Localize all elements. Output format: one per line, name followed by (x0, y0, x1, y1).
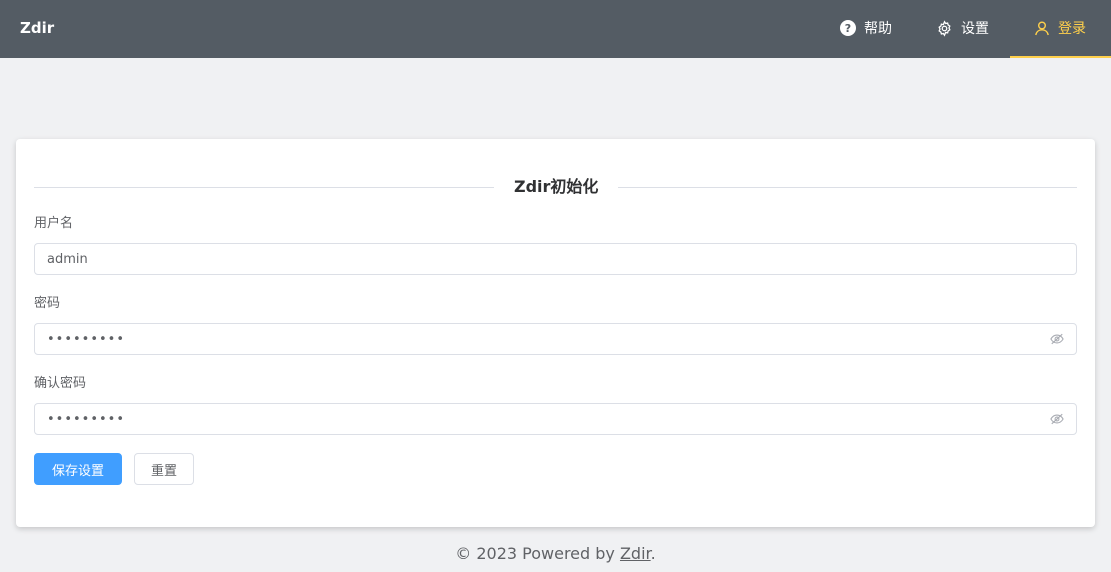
footer: © 2023 Powered by Zdir. (0, 542, 1111, 566)
nav-item-help[interactable]: ? 帮助 (840, 0, 892, 56)
username-input[interactable] (47, 245, 1064, 273)
user-icon (1034, 20, 1050, 36)
password-label: 密码 (34, 296, 61, 311)
username-label: 用户名 (34, 216, 74, 231)
init-form-card: Zdir初始化 用户名 密码 ••••••••• 确认密码 ••••••••• … (16, 139, 1095, 527)
username-field[interactable] (34, 243, 1077, 275)
save-settings-button[interactable]: 保存设置 (34, 453, 122, 485)
nav-item-login[interactable]: 登录 (1010, 0, 1111, 58)
eye-hidden-icon[interactable] (1050, 332, 1064, 346)
footer-suffix: . (650, 544, 656, 563)
password-field[interactable]: ••••••••• (34, 323, 1077, 355)
question-circle-icon: ? (840, 20, 856, 36)
nav-item-settings[interactable]: 设置 (936, 0, 989, 56)
nav-item-help-label: 帮助 (864, 21, 892, 37)
gear-icon (936, 19, 953, 37)
confirm-password-label: 确认密码 (34, 376, 87, 391)
confirm-password-input[interactable]: ••••••••• (47, 412, 1050, 427)
reset-button[interactable]: 重置 (134, 453, 194, 485)
nav-item-settings-label: 设置 (961, 21, 989, 37)
top-navbar: Zdir ? 帮助 设置 登录 (0, 0, 1111, 58)
brand-logo[interactable]: Zdir (20, 0, 54, 56)
footer-prefix: © 2023 Powered by (455, 544, 620, 563)
password-input[interactable]: ••••••••• (47, 332, 1050, 347)
eye-hidden-icon[interactable] (1050, 412, 1064, 426)
form-title: Zdir初始化 (494, 175, 619, 199)
svg-text:?: ? (845, 22, 851, 35)
nav-item-login-label: 登录 (1058, 21, 1086, 37)
footer-zdir-link[interactable]: Zdir (620, 544, 651, 563)
confirm-password-field[interactable]: ••••••••• (34, 403, 1077, 435)
